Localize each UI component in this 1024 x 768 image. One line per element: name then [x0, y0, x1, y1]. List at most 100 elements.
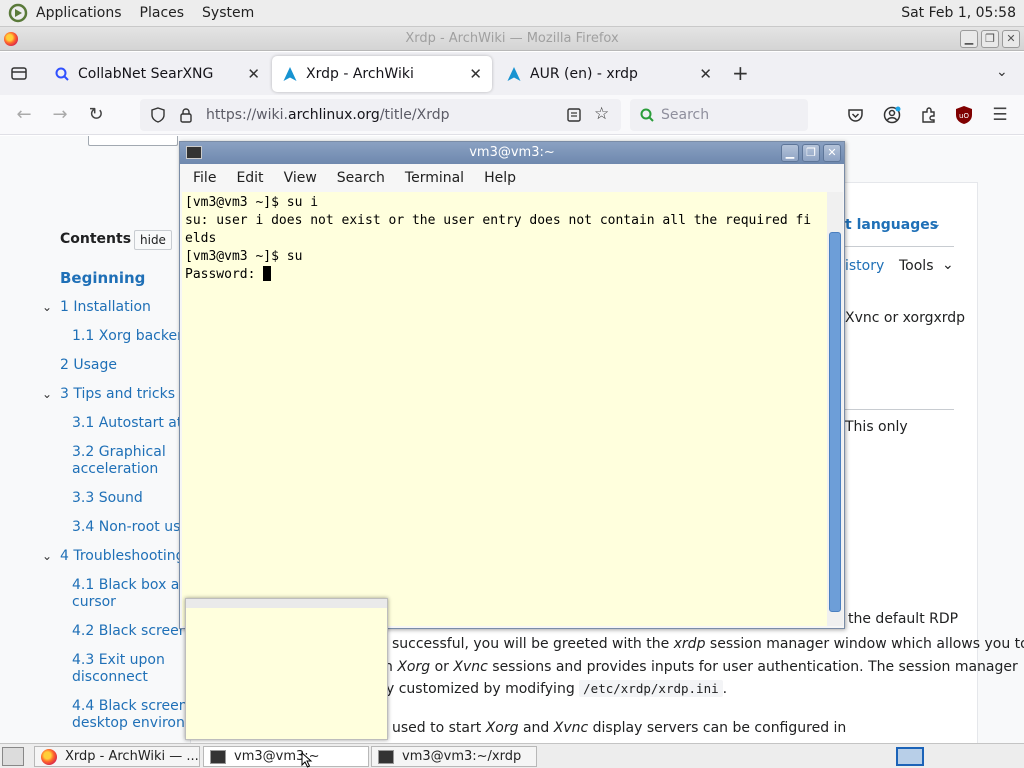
account-icon[interactable] — [883, 106, 901, 124]
toc-item[interactable]: 1.1 Xorg backend — [72, 328, 195, 345]
toc-item[interactable]: 4 Troubleshooting — [60, 548, 185, 565]
article-text: the default RDP — [848, 611, 959, 627]
chevron-down-icon[interactable]: ⌄ — [42, 549, 52, 563]
new-tab-icon[interactable]: + — [732, 61, 749, 85]
toc-item[interactable]: disconnect — [72, 669, 148, 686]
terminal-window[interactable]: vm3@vm3:~ ▁ ❐ ✕ File Edit View Search Te… — [179, 141, 845, 629]
toc-item[interactable]: 4.1 Black box aro — [72, 577, 193, 594]
toc-item[interactable]: Beginning — [60, 270, 145, 287]
toc-item[interactable]: 3.3 Sound — [72, 490, 143, 507]
reload-icon[interactable]: ↻ — [86, 105, 106, 125]
menu-edit[interactable]: Edit — [226, 170, 273, 186]
tab-archwiki[interactable]: Xrdp - ArchWiki ✕ — [272, 56, 492, 92]
article-paragraph-line: y customized by modifying /etc/xrdp/xrdp… — [386, 680, 728, 697]
history-link[interactable]: istory — [845, 258, 884, 274]
menu-terminal[interactable]: Terminal — [395, 170, 474, 186]
tab-label: AUR (en) - xrdp — [530, 66, 638, 82]
lock-icon[interactable] — [178, 107, 194, 123]
toc-hide-button[interactable]: hide — [134, 230, 172, 250]
chevron-down-icon[interactable]: ⌄ — [930, 216, 942, 232]
tab-label: Xrdp - ArchWiki — [306, 66, 414, 82]
pocket-icon[interactable] — [847, 107, 864, 123]
forward-icon[interactable]: → — [50, 105, 70, 125]
bookmark-star-icon[interactable]: ☆ — [594, 104, 609, 124]
menu-file[interactable]: File — [183, 170, 226, 186]
article-text: Xvnc or xorgxrdp — [845, 310, 966, 326]
toc-item[interactable]: 4.2 Black screen — [72, 623, 188, 640]
toc-item[interactable]: 3.4 Non-root use — [72, 519, 189, 536]
menu-view[interactable]: View — [274, 170, 327, 186]
workspace-switcher[interactable] — [896, 747, 924, 766]
config-path-code: /etc/xrdp/xrdp.ini — [579, 680, 723, 697]
toc-item[interactable]: 4.3 Exit upon — [72, 652, 165, 669]
hamburger-menu-icon[interactable]: ☰ — [990, 105, 1010, 125]
tab-label: CollabNet SearXNG — [78, 66, 214, 82]
close-button[interactable]: ✕ — [1002, 30, 1020, 48]
system-menu[interactable]: System — [193, 0, 263, 27]
task-terminal-home[interactable]: vm3@vm3:~ — [203, 746, 369, 767]
window-preview-thumbnail[interactable] — [185, 598, 388, 740]
languages-link[interactable]: t languages — [845, 217, 938, 233]
scrollbar-thumb[interactable] — [829, 232, 841, 612]
toc-item[interactable]: 3.2 Graphical — [72, 444, 166, 461]
firefox-window-title: Xrdp - ArchWiki — Mozilla Firefox — [405, 31, 619, 46]
reader-view-icon[interactable] — [566, 107, 582, 123]
wiki-search-input[interactable] — [88, 136, 178, 146]
search-bar[interactable]: Search — [630, 99, 808, 131]
toc-item[interactable]: 4.4 Black screen w — [72, 698, 203, 715]
search-placeholder: Search — [661, 107, 710, 123]
menu-help[interactable]: Help — [474, 170, 526, 186]
tab-overview-icon[interactable] — [10, 64, 28, 82]
toc-item[interactable]: 1 Installation — [60, 299, 151, 316]
url-text: https://wiki.archlinux.org/title/Xrdp — [206, 107, 450, 123]
terminal-icon — [378, 749, 394, 764]
extensions-icon[interactable] — [920, 106, 938, 124]
menu-search[interactable]: Search — [327, 170, 395, 186]
toc-item[interactable]: 3 Tips and tricks — [60, 386, 175, 403]
maximize-button[interactable]: ❐ — [981, 30, 999, 48]
toc-title: Contents — [60, 231, 132, 247]
toc-item[interactable]: cursor — [72, 594, 116, 611]
terminal-scrollbar[interactable] — [827, 192, 843, 626]
tab-strip: CollabNet SearXNG ✕ Xrdp - ArchWiki ✕ AU… — [0, 52, 1024, 95]
close-tab-icon[interactable]: ✕ — [699, 65, 712, 83]
back-icon[interactable]: ← — [14, 105, 34, 125]
tab-aur[interactable]: AUR (en) - xrdp ✕ — [496, 56, 722, 92]
task-terminal-xrdp[interactable]: vm3@vm3:~/xrdp — [371, 746, 537, 767]
minimize-button[interactable]: ▁ — [781, 144, 799, 162]
toc-item[interactable]: 2 Usage — [60, 357, 117, 374]
tools-menu[interactable]: Tools — [899, 258, 934, 274]
close-tab-icon[interactable]: ✕ — [247, 65, 260, 83]
toc-item[interactable]: 3.1 Autostart at b — [72, 415, 196, 432]
bottom-panel: Xrdp - ArchWiki — ... vm3@vm3:~ vm3@vm3:… — [0, 743, 1024, 768]
places-menu[interactable]: Places — [131, 0, 194, 27]
applications-menu[interactable]: Applications — [34, 0, 131, 27]
task-firefox[interactable]: Xrdp - ArchWiki — ... — [34, 746, 200, 767]
url-bar[interactable]: https://wiki.archlinux.org/title/Xrdp ☆ — [140, 99, 621, 131]
gnome-foot-icon[interactable] — [8, 3, 28, 23]
tab-searxng[interactable]: CollabNet SearXNG ✕ — [44, 56, 270, 92]
terminal-titlebar[interactable]: vm3@vm3:~ ▁ ❐ ✕ — [180, 142, 844, 164]
panel-clock[interactable]: Sat Feb 1, 05:58 — [901, 5, 1016, 21]
chevron-down-icon[interactable]: ⌄ — [996, 64, 1008, 80]
firefox-titlebar[interactable]: Xrdp - ArchWiki — Mozilla Firefox ▁ ❐ ✕ — [0, 27, 1024, 51]
article-paragraph-line: n Xorg or Xvnc sessions and provides inp… — [384, 659, 1018, 675]
close-tab-icon[interactable]: ✕ — [469, 65, 482, 83]
divider — [844, 409, 954, 410]
task-label: Xrdp - ArchWiki — ... — [65, 749, 199, 764]
show-desktop-icon[interactable] — [2, 747, 24, 766]
mouse-pointer-icon — [301, 752, 313, 768]
chevron-down-icon[interactable]: ⌄ — [42, 300, 52, 314]
shield-icon[interactable] — [150, 107, 166, 123]
article-paragraph-line: used to start Xorg and Xvnc display serv… — [392, 720, 847, 736]
arch-logo-icon — [283, 67, 297, 81]
toc-item[interactable]: acceleration — [72, 461, 158, 478]
minimize-button[interactable]: ▁ — [960, 30, 978, 48]
maximize-button[interactable]: ❐ — [802, 144, 820, 162]
terminal-title: vm3@vm3:~ — [469, 145, 555, 160]
ublock-origin-icon[interactable]: uO — [955, 105, 973, 125]
close-button[interactable]: ✕ — [823, 144, 841, 162]
terminal-output[interactable]: [vm3@vm3 ~]$ su i su: user i does not exi… — [182, 192, 827, 626]
chevron-down-icon[interactable]: ⌄ — [42, 387, 52, 401]
chevron-down-icon[interactable]: ⌄ — [942, 257, 954, 273]
